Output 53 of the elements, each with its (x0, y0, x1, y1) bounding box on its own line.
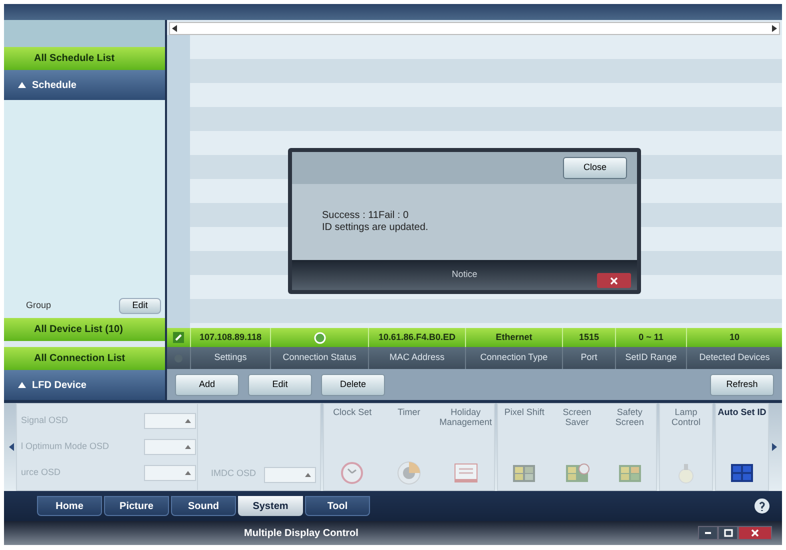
dropdown-field[interactable] (264, 467, 316, 483)
status-dot-icon (314, 332, 326, 344)
dropdown-field[interactable] (144, 439, 196, 455)
dropdown-field[interactable] (144, 413, 196, 429)
sidebar-link[interactable]: All Schedule List (4, 47, 165, 70)
scroll-bar[interactable] (169, 22, 780, 35)
action-button[interactable]: Add (175, 374, 239, 396)
close-button[interactable] (738, 526, 772, 540)
caret-icon (18, 82, 26, 88)
tab[interactable]: Sound (171, 496, 236, 516)
scroll-left-icon[interactable] (172, 25, 177, 32)
caret-icon (18, 382, 26, 388)
osd-label: urce OSD (21, 466, 61, 480)
wrench-icon[interactable] (173, 332, 184, 343)
caret-icon (305, 473, 311, 477)
dropdown-field[interactable] (144, 465, 196, 481)
sidebar-link[interactable]: All Connection List (4, 347, 165, 370)
timer-icon (394, 459, 423, 487)
scroll-right-icon[interactable] (772, 443, 777, 451)
section-label: LFD Device (32, 378, 86, 392)
close-icon[interactable] (597, 273, 631, 288)
osd-label: Signal OSD (21, 414, 68, 428)
message-text: Success : 11Fail : 0 (322, 210, 410, 222)
tab[interactable]: Tool (305, 496, 370, 516)
refresh-button[interactable]: Refresh (710, 374, 774, 396)
message-text: ID settings are updated. (322, 222, 430, 234)
tool-button[interactable]: Auto Set ID (716, 404, 768, 490)
action-button[interactable]: Edit (248, 374, 312, 396)
section-header[interactable]: Schedule (4, 70, 165, 100)
close-icon (749, 527, 761, 539)
caret-icon (185, 445, 191, 449)
tab[interactable]: Home (37, 496, 102, 516)
caret-icon (185, 471, 191, 475)
maximize-icon (722, 527, 734, 539)
group-label: Group (26, 298, 52, 312)
scroll-right-icon[interactable] (772, 25, 777, 32)
section-header[interactable]: LFD Device (4, 370, 165, 400)
edit-button[interactable]: Edit (119, 298, 161, 314)
tab[interactable]: Picture (104, 496, 169, 516)
close-button[interactable]: Close (563, 157, 627, 179)
dialog-title: Notice (452, 268, 478, 282)
section-label: Schedule (32, 78, 76, 92)
sidebar-link[interactable]: All Device List (10) (4, 318, 165, 341)
tab[interactable]: System (238, 496, 303, 516)
maximize-button[interactable] (718, 526, 738, 540)
table-row[interactable]: 107.108.89.118 10.61.86.F4.B0.ED Ethernet 1515 0 ~ 11 10 (167, 328, 782, 347)
window-title: Multiple Display Control (244, 526, 358, 540)
minimize-button[interactable] (698, 526, 718, 540)
action-button[interactable]: Delete (321, 374, 385, 396)
caret-icon (185, 419, 191, 423)
help-icon[interactable] (754, 498, 770, 514)
osd-label: IMDC OSD (211, 466, 256, 480)
scroll-left-icon[interactable] (8, 443, 14, 451)
